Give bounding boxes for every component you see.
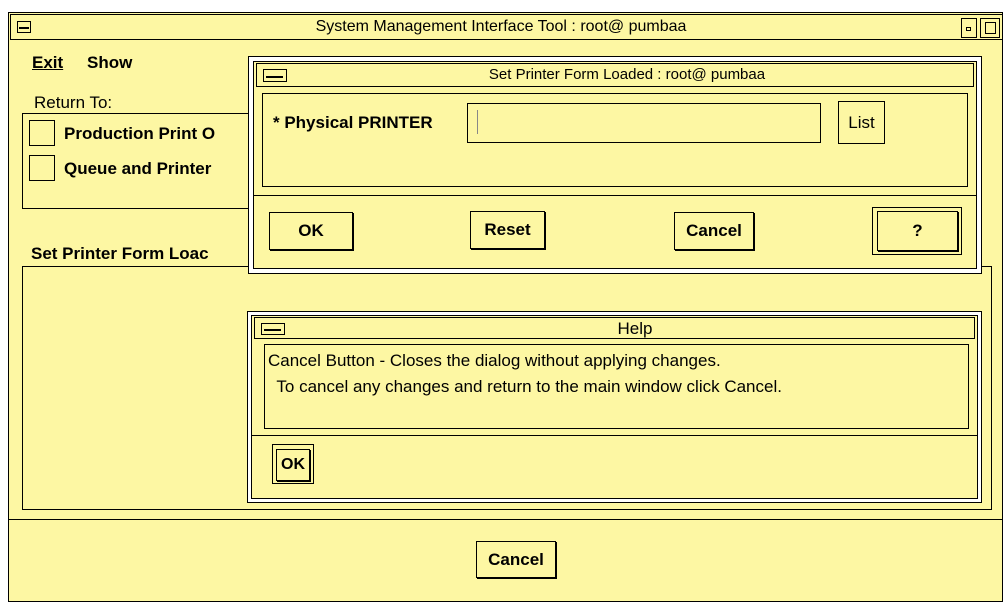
return-item-production-print[interactable]: Production Print O xyxy=(64,124,215,144)
window-menu-icon xyxy=(19,27,29,29)
main-title-bar: System Management Interface Tool : root@… xyxy=(10,14,1003,40)
text-cursor xyxy=(477,110,478,134)
physical-printer-label: * Physical PRINTER xyxy=(273,113,433,132)
return-item-checkbox-2[interactable] xyxy=(29,155,55,181)
menu-exit-label: Exit xyxy=(32,53,64,72)
help-divider xyxy=(251,435,978,436)
dialog-reset-label: Reset xyxy=(484,220,531,239)
physical-printer-input[interactable] xyxy=(467,103,821,143)
minimize-icon xyxy=(966,27,971,31)
maximize-button[interactable] xyxy=(980,18,1000,38)
main-cancel-button[interactable]: Cancel xyxy=(476,541,556,578)
dialog-menu-icon xyxy=(266,76,283,78)
list-button[interactable]: List xyxy=(838,101,885,144)
maximize-icon xyxy=(985,22,996,34)
dialog-ok-button[interactable]: OK xyxy=(269,212,353,250)
section-title: Set Printer Form Loac xyxy=(31,244,209,263)
dialog-reset-button[interactable]: Reset xyxy=(470,211,545,249)
help-ok-label: OK xyxy=(281,456,305,473)
help-dialog-title-bar: Help xyxy=(254,317,975,339)
return-item-queue-printer[interactable]: Queue and Printer xyxy=(64,159,211,179)
dialog-help-button[interactable]: ? xyxy=(877,211,958,251)
dialog-cancel-label: Cancel xyxy=(686,221,742,240)
main-window-title: System Management Interface Tool : root@… xyxy=(315,18,687,35)
printer-dialog-title: Set Printer Form Loaded : root@ pumbaa xyxy=(488,66,766,83)
window-menu-button[interactable] xyxy=(17,21,31,33)
main-divider xyxy=(9,519,1003,520)
dialog-menu-button[interactable] xyxy=(263,69,287,82)
help-menu-button[interactable] xyxy=(261,323,285,335)
help-text-line2: To cancel any changes and return to the … xyxy=(272,377,782,396)
dialog-help-label: ? xyxy=(912,221,923,240)
printer-dialog-title-bar: Set Printer Form Loaded : root@ pumbaa xyxy=(256,63,974,87)
minimize-button[interactable] xyxy=(961,18,977,38)
help-text-line1: Cancel Button - Closes the dialog withou… xyxy=(268,351,721,370)
return-to-label: Return To: xyxy=(34,93,113,112)
menu-exit[interactable]: Exit xyxy=(32,53,63,73)
help-ok-button[interactable]: OK xyxy=(276,449,310,481)
help-dialog-title: Help xyxy=(617,319,653,338)
help-menu-icon xyxy=(264,329,281,331)
dialog-ok-label: OK xyxy=(298,221,324,240)
printer-dialog-divider xyxy=(253,195,977,196)
return-item-checkbox-1[interactable] xyxy=(29,120,55,146)
list-button-label: List xyxy=(848,112,875,132)
main-cancel-label: Cancel xyxy=(488,549,544,569)
menu-show[interactable]: Show xyxy=(87,53,132,73)
dialog-cancel-button[interactable]: Cancel xyxy=(674,212,754,250)
menu-show-label: Show xyxy=(87,53,133,72)
